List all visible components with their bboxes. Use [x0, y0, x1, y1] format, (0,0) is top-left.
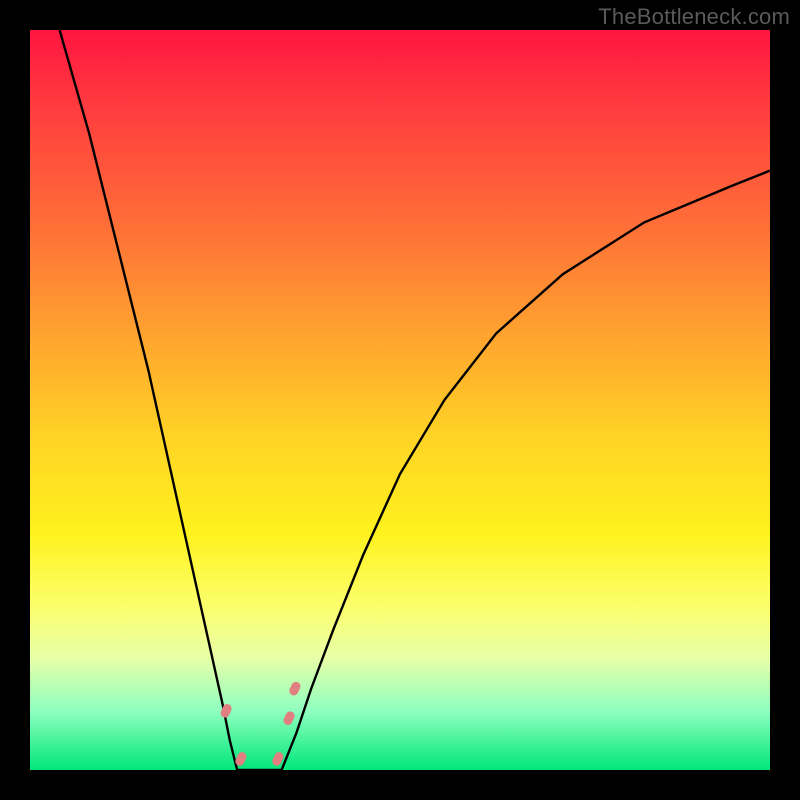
plot-area: [30, 30, 770, 770]
marker-left-shoulder: [219, 703, 233, 719]
chart-frame: TheBottleneck.com: [0, 0, 800, 800]
watermark-label: TheBottleneck.com: [598, 4, 790, 30]
left-curve: [60, 30, 238, 770]
right-curve: [282, 171, 770, 770]
marker-right-shoulder-low: [282, 710, 296, 726]
marker-right-shoulder-high: [288, 680, 302, 696]
curves-svg: [30, 30, 770, 770]
markers-group: [219, 680, 302, 767]
